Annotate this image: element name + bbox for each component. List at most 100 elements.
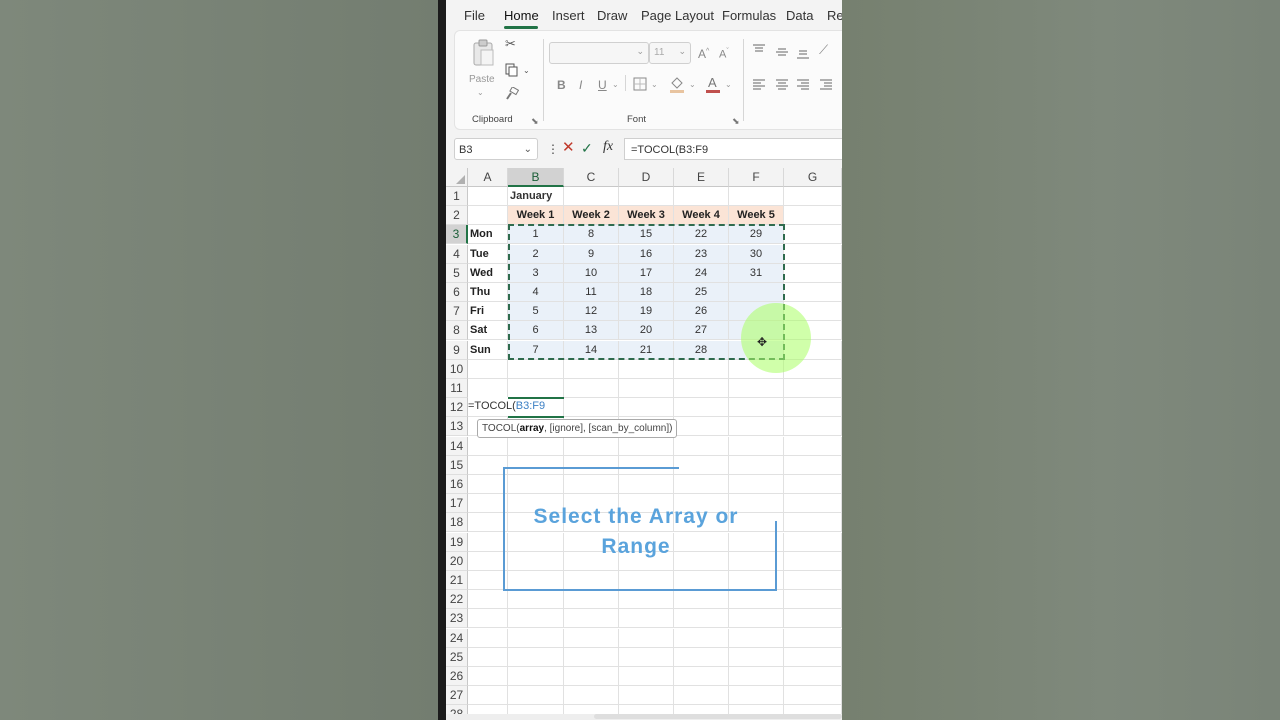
column-header-e[interactable]: E (674, 168, 729, 187)
cell[interactable] (564, 379, 619, 398)
week-header[interactable]: Week 3 (619, 206, 674, 226)
title-cell[interactable]: January (508, 187, 564, 206)
font-launcher-icon[interactable]: ⬊ (732, 115, 740, 127)
data-cell[interactable]: 26 (674, 302, 729, 322)
cell[interactable] (674, 609, 729, 629)
cell[interactable] (564, 359, 619, 379)
cell[interactable] (508, 475, 564, 494)
column-header-a[interactable]: A (468, 168, 508, 187)
select-all-button[interactable] (446, 168, 468, 187)
cell[interactable] (784, 455, 842, 475)
row-header-17[interactable]: 17 (446, 494, 468, 514)
tab-file[interactable]: File (464, 8, 485, 23)
row-header-21[interactable]: 21 (446, 571, 468, 590)
cell[interactable] (729, 455, 784, 475)
cell[interactable] (784, 398, 842, 418)
cell[interactable] (619, 647, 674, 667)
formula-edit-cell[interactable]: =TOCOL(B3:F9 (468, 397, 548, 416)
week-header[interactable]: Week 2 (564, 206, 619, 226)
data-cell[interactable]: 18 (619, 283, 674, 302)
chevron-down-icon[interactable]: ⌄ (651, 79, 658, 91)
cell[interactable] (784, 187, 842, 206)
cell[interactable] (674, 686, 729, 706)
cell[interactable] (729, 647, 784, 667)
paste-icon[interactable] (471, 39, 497, 69)
row-header-10[interactable]: 10 (446, 359, 468, 379)
cell[interactable] (564, 628, 619, 648)
chevron-down-icon[interactable]: ⌄ (689, 79, 696, 91)
cell[interactable] (564, 686, 619, 706)
cell[interactable] (508, 628, 564, 648)
cell[interactable] (508, 379, 564, 398)
cell[interactable] (564, 475, 619, 494)
cell[interactable] (729, 417, 784, 437)
data-cell[interactable]: 1 (508, 225, 564, 245)
data-cell[interactable]: 29 (729, 225, 784, 245)
insert-function-icon[interactable]: fx (603, 140, 613, 154)
formula-input[interactable]: =TOCOL(B3:F9 (624, 138, 842, 160)
cell[interactable] (619, 398, 674, 418)
italic-icon[interactable]: I (579, 79, 582, 91)
cell[interactable] (468, 359, 508, 379)
cell[interactable] (468, 187, 508, 206)
align-middle-icon[interactable] (775, 46, 789, 58)
day-label[interactable]: Sat (468, 321, 508, 341)
row-header-9[interactable]: 9 (446, 340, 468, 360)
row-header-1[interactable]: 1 (446, 187, 468, 206)
week-header[interactable]: Week 5 (729, 206, 784, 226)
copy-dropdown-icon[interactable]: ⌄ (523, 65, 530, 77)
row-header-19[interactable]: 19 (446, 532, 468, 552)
week-header[interactable]: Week 4 (674, 206, 729, 226)
cell[interactable] (508, 571, 564, 590)
cell[interactable] (619, 455, 674, 475)
cell[interactable] (784, 494, 842, 514)
row-header-22[interactable]: 22 (446, 590, 468, 610)
tab-home[interactable]: Home (504, 8, 539, 23)
chevron-down-icon[interactable]: ⌄ (612, 79, 619, 91)
cell[interactable] (784, 244, 842, 264)
more-options-icon[interactable]: ⋮ (547, 143, 559, 155)
tab-formulas[interactable]: Formulas (722, 8, 776, 23)
cell[interactable] (729, 571, 784, 590)
data-cell[interactable] (729, 283, 784, 302)
data-cell[interactable]: 23 (674, 244, 729, 264)
row-header-25[interactable]: 25 (446, 647, 468, 667)
align-left-icon[interactable] (752, 79, 766, 91)
row-header-3[interactable]: 3 (446, 225, 468, 245)
day-label[interactable]: Mon (468, 225, 508, 245)
data-cell[interactable]: 5 (508, 302, 564, 322)
row-header-4[interactable]: 4 (446, 244, 468, 264)
cell[interactable] (674, 571, 729, 590)
data-cell[interactable]: 17 (619, 263, 674, 283)
decrease-indent-icon[interactable] (819, 79, 833, 91)
row-header-20[interactable]: 20 (446, 551, 468, 571)
cell[interactable] (619, 475, 674, 494)
row-header-11[interactable]: 11 (446, 379, 468, 398)
data-cell[interactable]: 25 (674, 283, 729, 302)
cell[interactable] (619, 628, 674, 648)
cell[interactable] (674, 436, 729, 456)
data-cell[interactable]: 10 (564, 263, 619, 283)
data-cell[interactable]: 31 (729, 263, 784, 283)
cell[interactable] (619, 359, 674, 379)
data-cell[interactable]: 6 (508, 321, 564, 341)
cell[interactable] (564, 398, 619, 418)
cell[interactable] (729, 398, 784, 418)
row-header-27[interactable]: 27 (446, 686, 468, 706)
cell[interactable] (784, 436, 842, 456)
name-box[interactable]: B3 ⌄ (454, 138, 538, 160)
cell[interactable] (784, 571, 842, 590)
cell[interactable] (674, 379, 729, 398)
cell[interactable] (508, 686, 564, 706)
row-header-12[interactable]: 12 (446, 398, 468, 418)
row-header-23[interactable]: 23 (446, 609, 468, 629)
data-cell[interactable]: 14 (564, 340, 619, 360)
cell[interactable] (729, 628, 784, 648)
data-cell[interactable]: 15 (619, 225, 674, 245)
horizontal-scrollbar[interactable] (446, 714, 842, 720)
data-cell[interactable]: 9 (564, 244, 619, 264)
align-center-icon[interactable] (775, 79, 789, 91)
cell[interactable] (619, 571, 674, 590)
cell[interactable] (674, 187, 729, 206)
cell[interactable] (468, 475, 508, 494)
